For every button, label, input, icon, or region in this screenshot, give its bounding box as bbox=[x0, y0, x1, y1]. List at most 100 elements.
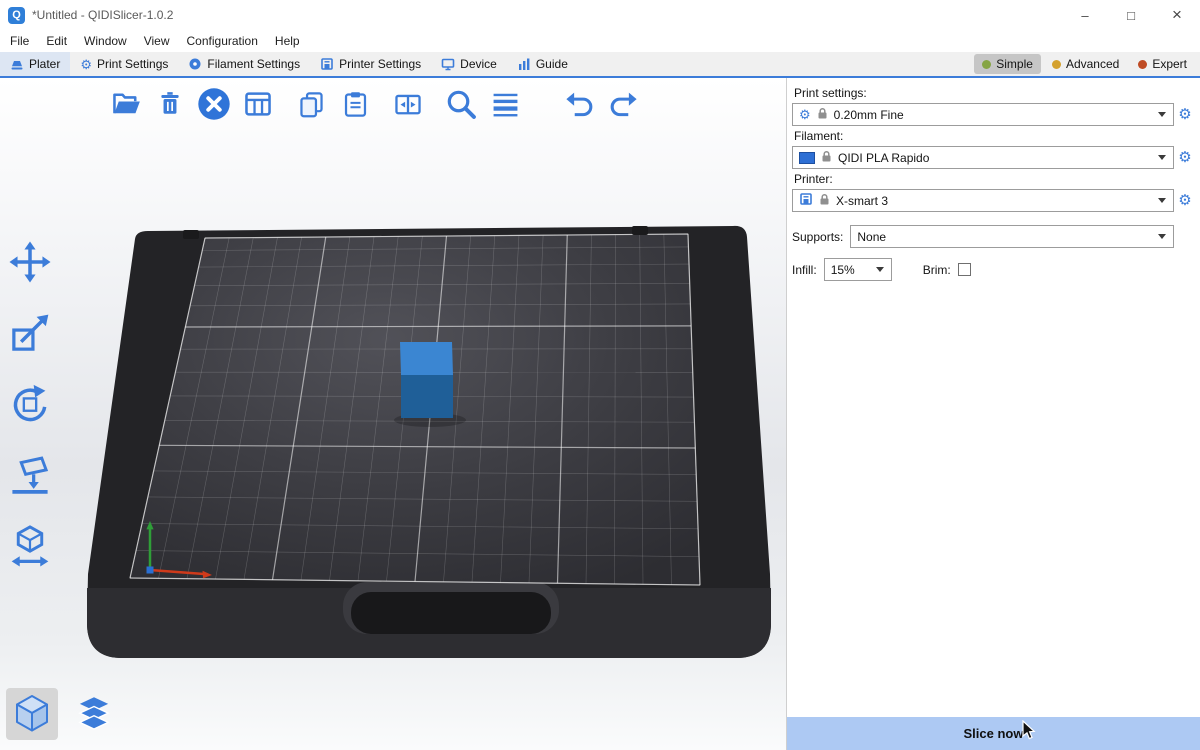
print-settings-icon: ⚙ bbox=[80, 58, 92, 71]
model-cube-top[interactable] bbox=[400, 342, 453, 375]
arrange-button[interactable] bbox=[238, 84, 278, 124]
filament-combo[interactable]: QIDI PLA Rapido bbox=[792, 146, 1174, 169]
supports-label: Supports: bbox=[792, 230, 843, 244]
cube-3d-icon bbox=[10, 692, 54, 736]
paste-button[interactable] bbox=[335, 84, 375, 124]
mode-advanced-dot bbox=[1052, 60, 1061, 69]
view-toggles bbox=[6, 688, 120, 740]
scale-button[interactable] bbox=[6, 309, 54, 357]
search-button[interactable] bbox=[441, 84, 481, 124]
settings-panel: Print settings: ⚙ 0.20mm Fine ⚙ Filament… bbox=[786, 78, 1200, 750]
paste-icon bbox=[341, 90, 370, 119]
menu-edit[interactable]: Edit bbox=[46, 34, 67, 48]
variable-layer-height-button[interactable] bbox=[485, 84, 525, 124]
tab-filament-settings[interactable]: Filament Settings bbox=[178, 52, 310, 76]
trash-icon bbox=[156, 90, 184, 118]
printer-label: Printer: bbox=[794, 172, 1196, 186]
view-3d-editor-button[interactable] bbox=[6, 688, 58, 740]
filament-gear-button[interactable]: ⚙ bbox=[1174, 146, 1196, 169]
tab-plater[interactable]: Plater bbox=[0, 52, 70, 76]
mode-simple[interactable]: Simple bbox=[974, 54, 1041, 74]
place-on-face-button[interactable] bbox=[6, 451, 54, 499]
menu-help[interactable]: Help bbox=[275, 34, 300, 48]
infill-label: Infill: bbox=[792, 263, 817, 277]
tab-guide-label: Guide bbox=[536, 57, 568, 71]
printer-combo[interactable]: X-smart 3 bbox=[792, 189, 1174, 212]
menu-window[interactable]: Window bbox=[84, 34, 127, 48]
qidislicer-window: Q *Untitled - QIDISlicer-1.0.2 – □ × Fil… bbox=[0, 0, 1200, 750]
print-profile-icon: ⚙ bbox=[799, 108, 811, 121]
infill-combo[interactable]: 15% bbox=[824, 258, 892, 281]
tab-guide[interactable]: Guide bbox=[507, 52, 578, 76]
printer-settings-icon bbox=[320, 57, 334, 71]
minimize-button[interactable]: – bbox=[1062, 0, 1108, 30]
filament-label: Filament: bbox=[794, 129, 1196, 143]
tab-filament-settings-label: Filament Settings bbox=[207, 57, 300, 71]
redo-button[interactable] bbox=[603, 84, 643, 124]
mode-expert[interactable]: Expert bbox=[1130, 54, 1195, 74]
move-button[interactable] bbox=[6, 238, 54, 286]
tray-handle-hole bbox=[351, 592, 551, 634]
view-layers-preview-button[interactable] bbox=[68, 688, 120, 740]
mirror-button[interactable] bbox=[6, 522, 54, 570]
mode-simple-dot bbox=[982, 60, 991, 69]
filament-value: QIDI PLA Rapido bbox=[838, 151, 1152, 165]
tab-device[interactable]: Device bbox=[431, 52, 507, 76]
rotate-button[interactable] bbox=[6, 380, 54, 428]
place-on-face-icon bbox=[8, 453, 52, 497]
titlebar: Q *Untitled - QIDISlicer-1.0.2 – □ × bbox=[0, 0, 1200, 30]
delete-all-button[interactable] bbox=[194, 84, 234, 124]
chevron-down-icon bbox=[1158, 234, 1166, 239]
tab-plater-label: Plater bbox=[29, 57, 60, 71]
menu-view[interactable]: View bbox=[144, 34, 170, 48]
brim-label: Brim: bbox=[923, 263, 951, 277]
print-settings-gear-button[interactable]: ⚙ bbox=[1174, 103, 1196, 126]
move-icon bbox=[8, 240, 52, 284]
rotate-icon bbox=[8, 382, 52, 426]
undo-button[interactable] bbox=[559, 84, 599, 124]
print-settings-value: 0.20mm Fine bbox=[834, 108, 1152, 122]
printer-gear-button[interactable]: ⚙ bbox=[1174, 189, 1196, 212]
print-settings-label: Print settings: bbox=[794, 86, 1196, 100]
filament-color-swatch bbox=[799, 152, 815, 164]
plater-toolbar bbox=[106, 84, 647, 124]
mode-simple-label: Simple bbox=[996, 57, 1033, 71]
menu-file[interactable]: File bbox=[10, 34, 29, 48]
supports-value: None bbox=[857, 230, 1152, 244]
tab-printer-settings[interactable]: Printer Settings bbox=[310, 52, 431, 76]
model-cube-front[interactable] bbox=[401, 375, 453, 418]
mode-advanced[interactable]: Advanced bbox=[1044, 54, 1127, 74]
close-button[interactable]: × bbox=[1154, 0, 1200, 30]
menu-configuration[interactable]: Configuration bbox=[187, 34, 258, 48]
window-controls: – □ × bbox=[1062, 0, 1200, 30]
mode-expert-dot bbox=[1138, 60, 1147, 69]
axis-origin bbox=[147, 567, 154, 574]
maximize-button[interactable]: □ bbox=[1108, 0, 1154, 30]
printer-value: X-smart 3 bbox=[836, 194, 1152, 208]
chevron-down-icon bbox=[1158, 198, 1166, 203]
lock-icon bbox=[821, 150, 832, 166]
variable-layer-height-icon bbox=[490, 89, 521, 120]
tab-device-label: Device bbox=[460, 57, 497, 71]
brim-checkbox[interactable] bbox=[958, 263, 971, 276]
viewport-3d[interactable] bbox=[0, 78, 786, 750]
open-button[interactable] bbox=[106, 84, 146, 124]
supports-combo[interactable]: None bbox=[850, 225, 1174, 248]
chevron-down-icon bbox=[876, 267, 884, 272]
split-objects-button[interactable] bbox=[388, 84, 428, 124]
tab-printer-settings-label: Printer Settings bbox=[339, 57, 421, 71]
open-folder-icon bbox=[111, 89, 141, 119]
menubar: File Edit Window View Configuration Help bbox=[0, 30, 1200, 52]
copy-button[interactable] bbox=[291, 84, 331, 124]
bed-clip-left bbox=[183, 230, 199, 239]
print-settings-combo[interactable]: ⚙ 0.20mm Fine bbox=[792, 103, 1174, 126]
tab-print-settings[interactable]: ⚙ Print Settings bbox=[70, 52, 178, 76]
mode-advanced-label: Advanced bbox=[1066, 57, 1119, 71]
redo-icon bbox=[608, 89, 639, 120]
slice-now-button[interactable]: Slice now bbox=[787, 717, 1200, 750]
delete-button[interactable] bbox=[150, 84, 190, 124]
viewport-3d-scene[interactable] bbox=[0, 78, 786, 750]
plater-icon bbox=[10, 57, 24, 71]
search-icon bbox=[445, 88, 477, 120]
device-icon bbox=[441, 57, 455, 71]
